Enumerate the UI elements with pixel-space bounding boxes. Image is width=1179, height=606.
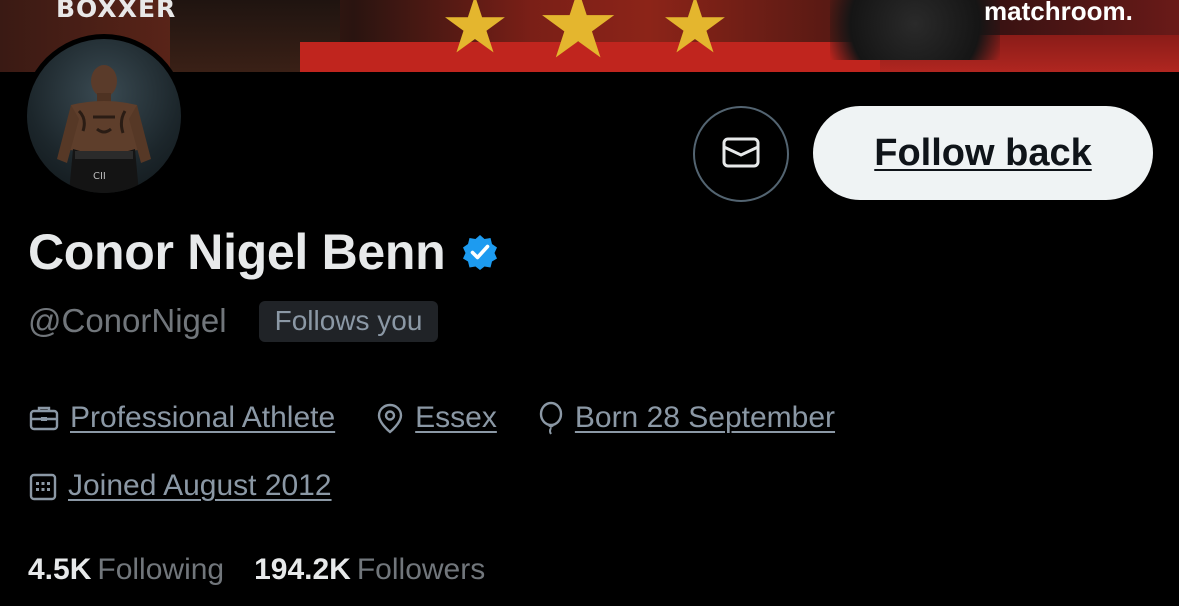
display-name: Conor Nigel Benn <box>28 224 446 280</box>
svg-text:CII: CII <box>93 171 106 182</box>
avatar[interactable]: CII <box>22 34 186 198</box>
profile-meta-row: Professional Athlete Essex Born 28 Septe… <box>28 396 875 440</box>
handle-row: @ConorNigel Follows you <box>28 298 439 344</box>
balloon-icon <box>537 401 565 435</box>
followers-count: 194.2K <box>254 553 351 586</box>
banner-star-icon: ★ <box>440 0 510 69</box>
name-row: Conor Nigel Benn <box>28 222 499 282</box>
briefcase-icon <box>28 402 60 434</box>
profile-joined[interactable]: Joined August 2012 <box>28 469 332 503</box>
user-handle: @ConorNigel <box>28 302 227 339</box>
profile-joined-row: Joined August 2012 <box>28 464 372 508</box>
banner-left-logo: BOXXER <box>56 0 177 23</box>
location-pin-icon <box>375 402 405 434</box>
follows-you-badge: Follows you <box>258 300 439 342</box>
profile-birthday[interactable]: Born 28 September <box>537 401 835 435</box>
message-button[interactable] <box>693 106 789 202</box>
profile-category[interactable]: Professional Athlete <box>28 401 335 435</box>
profile-page: ★ ★ ★ BOXXER matchroom. CII Follow back … <box>0 0 1179 606</box>
follow-stats: 4.5K Following 194.2K Followers <box>28 548 515 592</box>
profile-location-text: Essex <box>415 401 497 434</box>
banner-star-icon: ★ <box>536 0 621 72</box>
profile-category-text: Professional Athlete <box>70 401 336 434</box>
follow-back-label: Follow back <box>874 131 1092 174</box>
profile-location[interactable]: Essex <box>375 401 497 435</box>
verified-badge-icon[interactable] <box>461 233 499 271</box>
following-count: 4.5K <box>28 553 92 586</box>
followers-stat[interactable]: 194.2K Followers <box>254 553 485 587</box>
banner-right-logo: matchroom. <box>984 0 1133 26</box>
envelope-icon <box>719 130 763 179</box>
avatar-photo: CII <box>27 39 181 193</box>
calendar-icon <box>28 470 58 502</box>
banner-star-icon: ★ <box>660 0 730 69</box>
profile-joined-text: Joined August 2012 <box>68 469 332 502</box>
followers-label: Followers <box>356 553 486 586</box>
following-stat[interactable]: 4.5K Following <box>28 553 224 587</box>
follow-back-button[interactable]: Follow back <box>813 106 1153 200</box>
profile-birthday-text: Born 28 September <box>574 401 836 434</box>
banner-figure-right <box>830 0 1000 60</box>
following-label: Following <box>97 553 225 586</box>
